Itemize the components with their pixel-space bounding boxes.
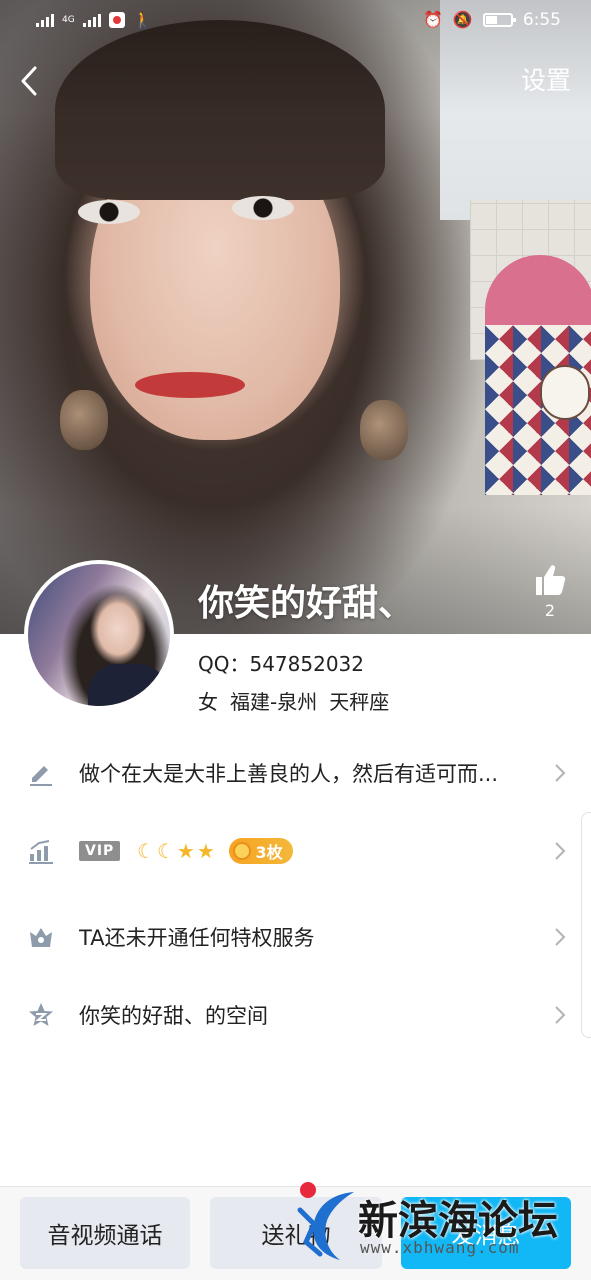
profile-basic-info: 女 福建-泉州 天秤座: [198, 686, 389, 715]
back-button[interactable]: [14, 64, 44, 98]
chevron-right-icon: [553, 926, 567, 948]
chevron-right-icon: [553, 762, 567, 784]
status-time: 6:55: [522, 10, 561, 30]
level-up-icon: [27, 837, 55, 865]
qzone-row[interactable]: 你笑的好甜、的空间: [0, 978, 591, 1052]
send-gift-button[interactable]: 送礼物: [210, 1197, 382, 1269]
av-call-button[interactable]: 音视频通话: [20, 1197, 190, 1269]
photo-shade-overlay: [0, 0, 591, 634]
moon-icon: ☾: [137, 839, 155, 863]
coin-badge: 3枚: [229, 838, 293, 864]
privilege-text: TA还未开通任何特权服务: [79, 926, 315, 950]
qq-level-icons: ☾ ☾ ★ ★: [137, 840, 215, 862]
crown-icon: [27, 923, 55, 951]
signature-text: 做个在大是大非上善良的人，然后有适可而...: [79, 762, 499, 786]
alarm-icon: ⏰: [422, 10, 443, 29]
battery-icon: [482, 13, 516, 27]
level-row[interactable]: VIP ☾ ☾ ★ ★ 3枚: [0, 814, 591, 888]
app-notification-icon: [108, 12, 125, 28]
bell-off-icon: 🔕: [452, 10, 473, 29]
qq-number: QQ：547852032: [198, 652, 365, 676]
gender-label: 女: [198, 690, 218, 714]
chevron-right-icon: [553, 1004, 567, 1026]
location-label: 福建-泉州: [230, 690, 318, 714]
qzone-text: 你笑的好甜、的空间: [79, 1004, 268, 1028]
moon-icon: ☾: [156, 839, 175, 863]
avatar[interactable]: [24, 560, 174, 710]
profile-nickname: 你笑的好甜、: [198, 583, 415, 624]
signal-x-icon: [36, 13, 54, 27]
star-icon: ★: [176, 839, 195, 863]
signal-4g-icon: [82, 13, 101, 27]
back-chevron-icon: [21, 66, 37, 96]
thumbs-up-icon: [536, 565, 566, 595]
network-type-label: 4G: [62, 14, 75, 25]
pencil-icon: [27, 759, 55, 787]
settings-button[interactable]: 设置: [521, 64, 571, 98]
qzone-star-icon: [27, 1001, 55, 1029]
zodiac-label: 天秤座: [329, 690, 390, 714]
coin-count: 3枚: [255, 843, 283, 862]
side-drawer-handle[interactable]: [581, 812, 591, 1038]
chevron-right-icon: [553, 840, 567, 862]
avatar-figure: [88, 664, 168, 706]
star-icon: ★: [196, 839, 215, 863]
profile-cover-photo[interactable]: [0, 0, 591, 634]
bottom-action-bar: 音视频通话 送礼物 发消息: [0, 1186, 591, 1280]
like-button[interactable]: 2: [528, 562, 572, 620]
like-count: 2: [544, 601, 556, 620]
coin-icon: [233, 842, 252, 860]
signature-row[interactable]: 做个在大是大非上善良的人，然后有适可而...: [0, 736, 591, 810]
vip-tag: VIP: [79, 841, 121, 861]
walk-icon: 🚶: [132, 10, 153, 29]
level-info: VIP ☾ ☾ ★ ★ 3枚: [79, 838, 531, 864]
status-bar: 4G 🚶 ⏰ 🔕 6:55: [0, 0, 591, 40]
send-message-button[interactable]: 发消息: [401, 1197, 571, 1269]
privilege-row[interactable]: TA还未开通任何特权服务: [0, 900, 591, 974]
